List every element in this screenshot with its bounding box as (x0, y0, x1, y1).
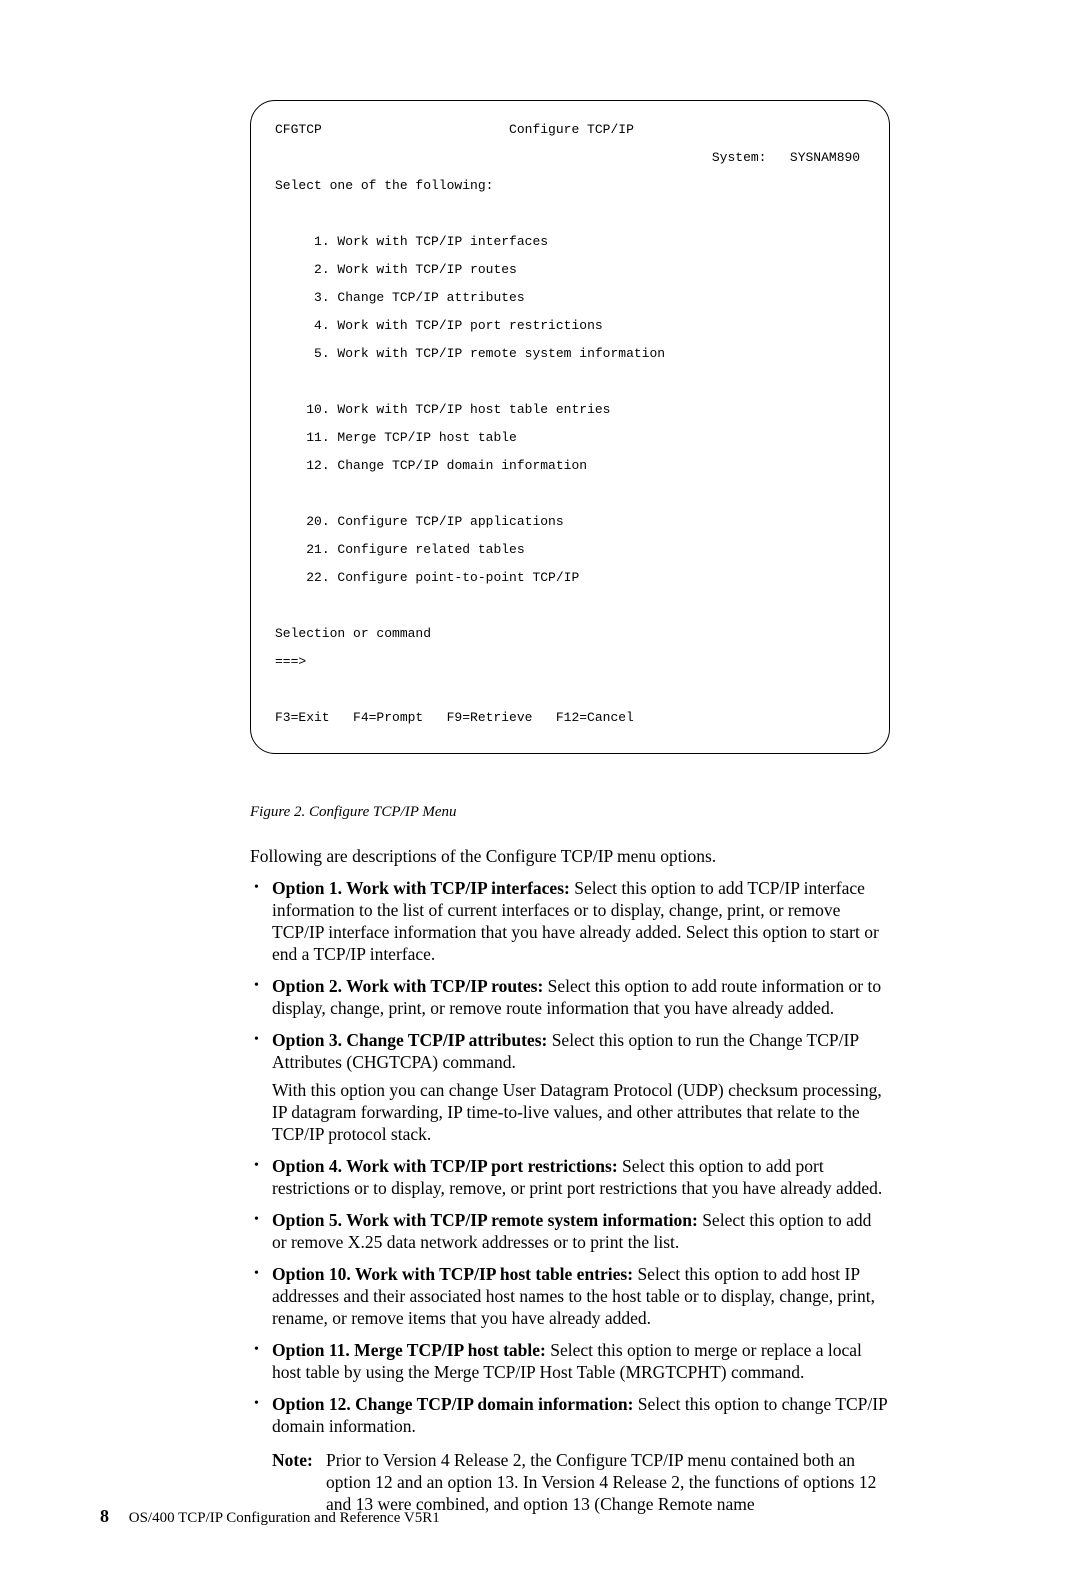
option-item-10: Option 10. Work with TCP/IP host table e… (250, 1263, 890, 1329)
option-item-5: Option 5. Work with TCP/IP remote system… (250, 1209, 890, 1253)
menu-item-21: 21. Configure related tables (306, 542, 524, 557)
blank-line (275, 487, 865, 501)
menu-item: 3. Change TCP/IP attributes (275, 291, 865, 305)
menu-item: 21. Configure related tables (275, 543, 865, 557)
option-title: Option 12. Change TCP/IP domain informat… (272, 1394, 633, 1414)
menu-item-20: 20. Configure TCP/IP applications (306, 514, 563, 529)
blank-line (275, 207, 865, 221)
blank-line (275, 599, 865, 613)
option-title: Option 5. Work with TCP/IP remote system… (272, 1210, 698, 1230)
spacer (275, 150, 712, 165)
menu-item-5: 5. Work with TCP/IP remote system inform… (306, 346, 665, 361)
spacer (766, 150, 789, 165)
option-extra-paragraph: With this option you can change User Dat… (272, 1079, 890, 1145)
blank-line (275, 375, 865, 389)
system-label: System: (712, 150, 767, 165)
menu-item: 12. Change TCP/IP domain information (275, 459, 865, 473)
terminal-system-line: System: SYSNAM890 (275, 151, 865, 165)
page-footer: 8 OS/400 TCP/IP Configuration and Refere… (100, 1506, 440, 1527)
menu-item: 4. Work with TCP/IP port restrictions (275, 319, 865, 333)
book-title: OS/400 TCP/IP Configuration and Referenc… (129, 1510, 440, 1526)
option-title: Option 2. Work with TCP/IP routes: (272, 976, 543, 996)
blank-line (275, 683, 865, 697)
menu-item-22: 22. Configure point-to-point TCP/IP (306, 570, 579, 585)
prompt-marker[interactable]: ===> (275, 655, 865, 669)
option-item-3: Option 3. Change TCP/IP attributes: Sele… (250, 1029, 890, 1145)
option-item-11: Option 11. Merge TCP/IP host table: Sele… (250, 1339, 890, 1383)
menu-item: 2. Work with TCP/IP routes (275, 263, 865, 277)
menu-item: 20. Configure TCP/IP applications (275, 515, 865, 529)
menu-item: 5. Work with TCP/IP remote system inform… (275, 347, 865, 361)
option-title: Option 3. Change TCP/IP attributes: (272, 1030, 547, 1050)
terminal-command: CFGTCP (275, 122, 322, 137)
system-name: SYSNAM890 (790, 150, 860, 165)
option-item-1: Option 1. Work with TCP/IP interfaces: S… (250, 877, 890, 965)
option-title: Option 1. Work with TCP/IP interfaces: (272, 878, 570, 898)
menu-item-10: 10. Work with TCP/IP host table entries (306, 402, 610, 417)
terminal-header-line: CFGTCP Configure TCP/IP (275, 123, 865, 137)
terminal-title: Configure TCP/IP (509, 122, 634, 137)
menu-item: 22. Configure point-to-point TCP/IP (275, 571, 865, 585)
menu-item-11: 11. Merge TCP/IP host table (306, 430, 517, 445)
selection-label: Selection or command (275, 627, 865, 641)
option-item-12: Option 12. Change TCP/IP domain informat… (250, 1393, 890, 1515)
figure-caption: Figure 2. Configure TCP/IP Menu (250, 804, 890, 821)
spacer (322, 122, 509, 137)
menu-item-12: 12. Change TCP/IP domain information (306, 458, 587, 473)
menu-item-2: 2. Work with TCP/IP routes (306, 262, 517, 277)
option-item-2: Option 2. Work with TCP/IP routes: Selec… (250, 975, 890, 1019)
menu-item-4: 4. Work with TCP/IP port restrictions (306, 318, 602, 333)
menu-item: 10. Work with TCP/IP host table entries (275, 403, 865, 417)
options-list: Option 1. Work with TCP/IP interfaces: S… (250, 877, 890, 1515)
menu-item: 11. Merge TCP/IP host table (275, 431, 865, 445)
option-title: Option 10. Work with TCP/IP host table e… (272, 1264, 633, 1284)
intro-paragraph: Following are descriptions of the Config… (250, 845, 890, 867)
function-keys: F3=Exit F4=Prompt F9=Retrieve F12=Cancel (275, 711, 865, 725)
option-item-4: Option 4. Work with TCP/IP port restrict… (250, 1155, 890, 1199)
menu-item-3: 3. Change TCP/IP attributes (306, 290, 524, 305)
option-title: Option 4. Work with TCP/IP port restrict… (272, 1156, 618, 1176)
terminal-panel: CFGTCP Configure TCP/IP System: SYSNAM89… (250, 100, 890, 754)
menu-item: 1. Work with TCP/IP interfaces (275, 235, 865, 249)
select-prompt: Select one of the following: (275, 179, 865, 193)
menu-item-1: 1. Work with TCP/IP interfaces (306, 234, 548, 249)
option-title: Option 11. Merge TCP/IP host table: (272, 1340, 546, 1360)
page-number: 8 (100, 1506, 109, 1526)
